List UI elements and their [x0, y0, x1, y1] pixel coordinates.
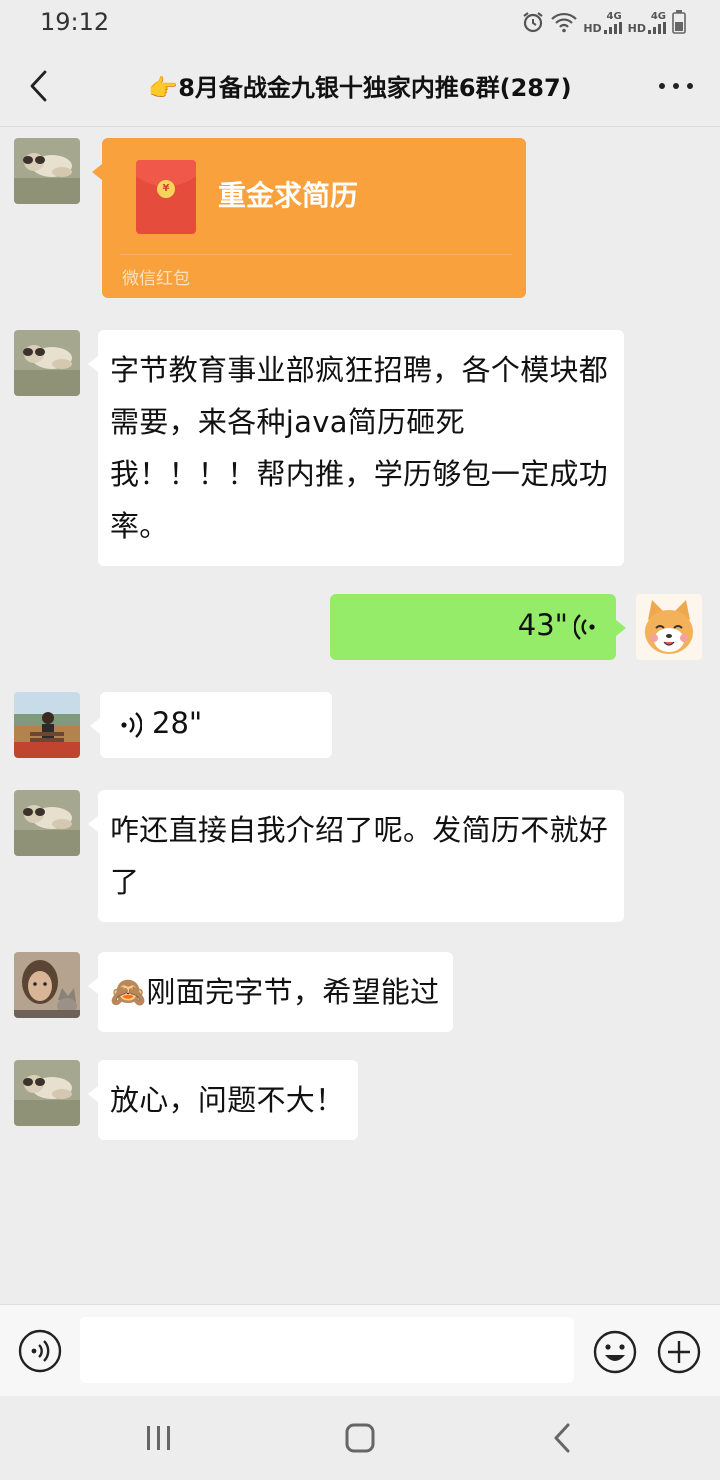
chevron-left-icon [30, 70, 47, 102]
signal-sim1: HD 4G [583, 10, 622, 35]
avatar[interactable] [636, 594, 702, 660]
voice-duration: 43" [517, 608, 568, 642]
message-bubble[interactable]: 咋还直接自我介绍了呢。发简历不就好了 [88, 790, 624, 922]
recent-apps-icon [147, 1426, 170, 1450]
voice-message-bubble[interactable]: 43" [330, 594, 626, 660]
system-navigation-bar [0, 1396, 720, 1480]
network-label-2: HD [627, 21, 646, 35]
recent-apps-button[interactable] [136, 1422, 182, 1454]
signal-bars-icon [603, 21, 622, 34]
red-packet-title: 重金求简历 [218, 179, 359, 212]
network-type-1: 4G [606, 10, 622, 22]
avatar[interactable] [14, 952, 80, 1018]
battery-icon [672, 10, 686, 34]
red-packet-label: 微信红包 [122, 269, 190, 289]
network-label-1: HD [583, 21, 602, 35]
signal-bars-icon [648, 21, 666, 34]
status-bar: 19:12 HD 4G HD 4G [0, 0, 720, 46]
avatar[interactable] [14, 330, 80, 396]
message-text: 咋还直接自我介绍了呢。发简历不就好了 [110, 813, 609, 899]
plus-icon [657, 1330, 701, 1374]
home-button[interactable] [340, 1420, 380, 1456]
red-packet-icon: ¥ [136, 160, 196, 234]
message-text: 🙈刚面完字节，希望能过 [110, 975, 440, 1009]
message-text: 字节教育事业部疯狂招聘，各个模块都需要，来各种java简历砸死我！！！！帮内推，… [110, 353, 609, 543]
network-type-2: 4G [650, 10, 666, 22]
avatar[interactable] [14, 1060, 80, 1126]
message-input[interactable] [80, 1317, 574, 1383]
message-bubble[interactable]: 放心，问题不大！ [88, 1060, 359, 1140]
more-functions-button[interactable] [656, 1329, 702, 1375]
divider [120, 254, 512, 255]
voice-wave-icon [121, 712, 142, 738]
message-bubble[interactable]: 🙈刚面完字节，希望能过 [88, 952, 454, 1032]
emoji-button[interactable] [592, 1329, 638, 1375]
back-arrow-icon [554, 1423, 570, 1453]
voice-icon [18, 1329, 62, 1373]
chat-header: 👉8月备战金九银十独家内推6群(287) [0, 46, 720, 127]
home-icon [345, 1423, 375, 1453]
avatar[interactable] [14, 138, 80, 204]
voice-wave-icon [574, 614, 595, 640]
more-button[interactable] [654, 66, 698, 106]
avatar[interactable] [14, 692, 80, 758]
voice-duration: 28" [152, 706, 203, 740]
smiley-icon [593, 1330, 637, 1374]
ellipsis-icon [659, 83, 693, 89]
message-list[interactable]: ¥ 重金求简历 微信红包 字节教育事业部疯狂招聘，各个模块都需要，来各种java… [0, 126, 720, 1304]
nav-back-button[interactable] [546, 1420, 578, 1456]
chat-title: 👉8月备战金九银十独家内推6群(287) [148, 74, 572, 102]
message-text: 放心，问题不大！ [110, 1083, 345, 1117]
voice-input-button[interactable] [18, 1329, 62, 1373]
back-button[interactable] [18, 64, 62, 108]
wifi-icon [551, 11, 578, 33]
red-packet-bubble[interactable]: ¥ 重金求简历 微信红包 [92, 138, 526, 298]
voice-message-bubble[interactable]: 28" [90, 692, 332, 758]
signal-sim2: HD 4G [628, 11, 666, 34]
input-bar [0, 1304, 720, 1397]
avatar[interactable] [14, 790, 80, 856]
message-bubble[interactable]: 字节教育事业部疯狂招聘，各个模块都需要，来各种java简历砸死我！！！！帮内推，… [88, 330, 624, 566]
status-icons: HD 4G HD 4G [521, 10, 686, 34]
status-time: 19:12 [40, 8, 110, 36]
alarm-icon [521, 10, 545, 34]
